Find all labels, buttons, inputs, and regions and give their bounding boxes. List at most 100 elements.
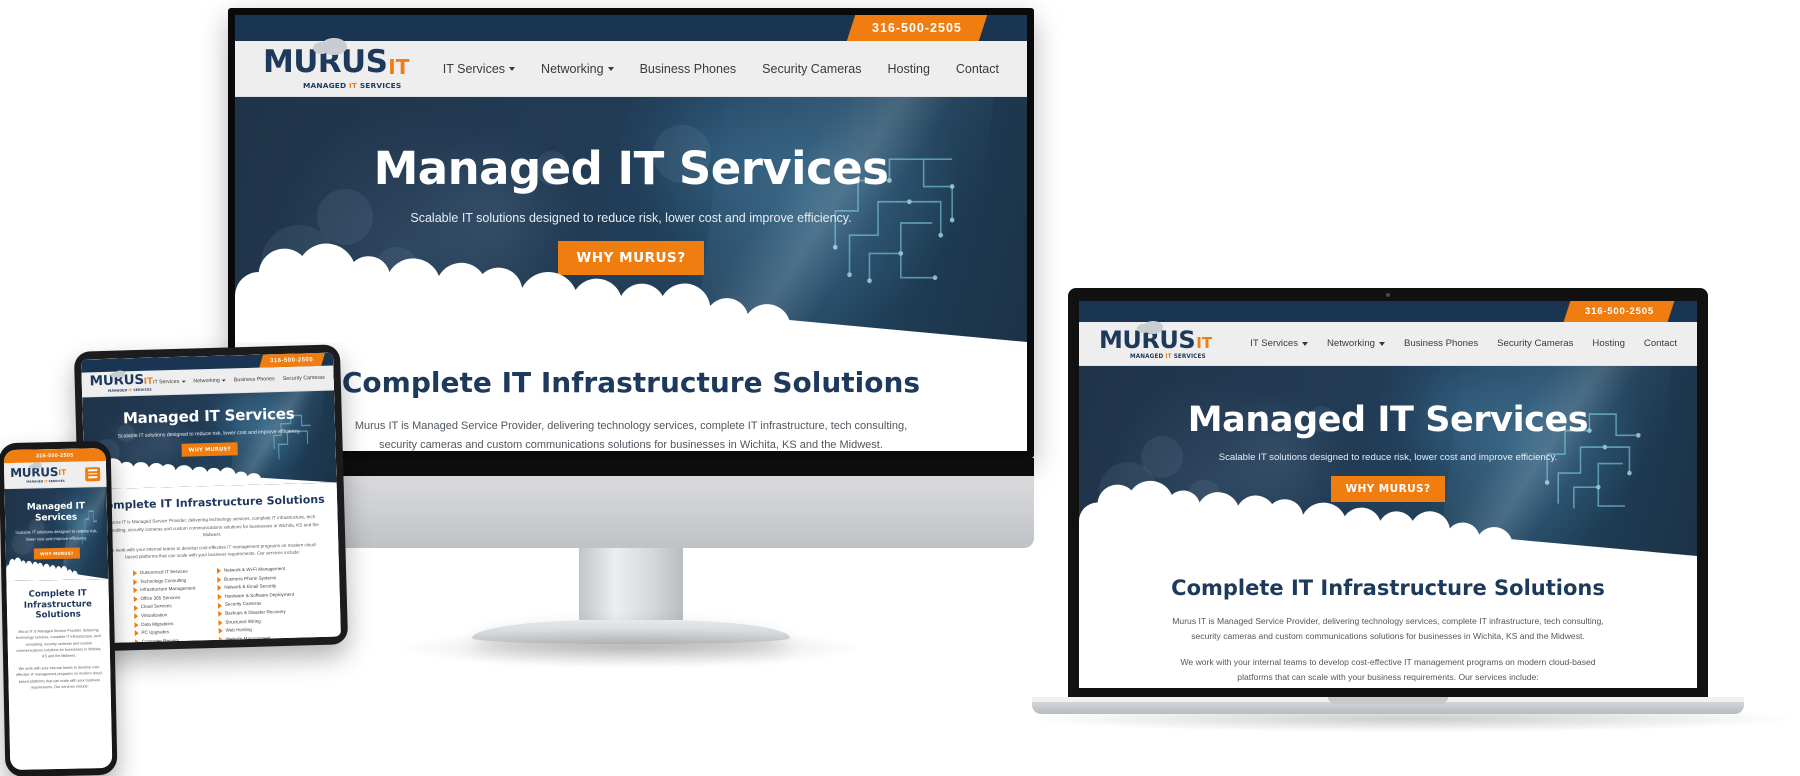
phone-number-badge[interactable]: 316-500-2505 (259, 352, 326, 368)
laptop-screen: 316-500-2505 MURUS IT MANAGED IT SERVICE… (1079, 301, 1697, 688)
hamburger-icon[interactable] (85, 466, 101, 481)
website-desktop: 316-500-2505 MURUS IT MANAGED IT SERVICE… (235, 15, 1027, 451)
hero-banner: Managed IT Services Scalable IT solution… (1079, 366, 1697, 556)
logo-tagline: MANAGED IT SERVICES (1130, 354, 1206, 360)
nav-item-contact[interactable]: Contact (1644, 338, 1677, 349)
topbar: 316-500-2505 (1079, 301, 1697, 322)
laptop-base (1032, 697, 1744, 714)
nav-item-hosting[interactable]: Hosting (888, 62, 930, 76)
monitor-stand-neck (579, 548, 683, 620)
site-logo[interactable]: MURUS IT MANAGED IT SERVICES (10, 462, 67, 484)
hamburger-bar (88, 476, 98, 479)
logo-text-it: IT (388, 55, 410, 79)
nav-label: Networking (541, 61, 604, 76)
tagline-pre: MANAGED (1130, 353, 1166, 360)
chevron-down-icon (1379, 341, 1385, 346)
hero-subtitle: Scalable IT solutions designed to reduce… (1218, 452, 1558, 463)
nav-item-contact[interactable]: Contact (956, 62, 999, 76)
phone-number-badge[interactable]: 316-500-2505 (36, 452, 74, 459)
responsive-device-mockup-scene: 316-500-2505 MURUS IT MANAGED IT SERVICE… (0, 0, 1800, 776)
site-logo[interactable]: MURUS IT MANAGED IT SERVICES (263, 38, 410, 90)
monitor-shadow (396, 628, 866, 668)
hero-title: Managed IT Services (26, 501, 85, 524)
logo-text-it: IT (143, 376, 154, 387)
section-title: Complete IT Infrastructure Solutions (23, 588, 93, 621)
cloud-icon-small (1137, 323, 1150, 333)
nav-links: IT Services Networking Business Phones S… (153, 373, 341, 386)
nav-item-business-phones[interactable]: Business Phones (234, 376, 275, 383)
nav-item-networking[interactable]: Networking (1327, 338, 1385, 349)
phone-frame: 316-500-2505 MURUS IT MANAGED IT SERVICE… (0, 440, 118, 776)
logo-text-it: IT (58, 468, 67, 478)
phone-number-badge[interactable]: 316-500-2505 (846, 15, 988, 41)
service-list-item[interactable]: Website Management (219, 633, 296, 643)
topbar: 316-500-2505 (3, 447, 106, 464)
phone-number-text: 316-500-2505 (270, 356, 314, 364)
section-paragraph-2: We work with your internal teams to deve… (107, 541, 318, 560)
hero-subtitle: Scalable IT solutions designed to reduce… (117, 428, 301, 440)
nav-label: Networking (1327, 338, 1375, 349)
tagline-pre: MANAGED (303, 81, 349, 90)
nav-item-business-phones[interactable]: Business Phones (640, 62, 737, 76)
nav-links: IT Services Networking Business Phones S… (1250, 338, 1677, 349)
tablet-screen: 316-500-2505 MURUS IT MANAGED IT SERVICE… (81, 352, 341, 644)
chevron-down-icon (509, 66, 516, 71)
tablet-device: 316-500-2505 MURUS IT MANAGED IT SERVICE… (73, 344, 349, 652)
phone-screen: 316-500-2505 MURUS IT MANAGED IT SERVICE… (3, 447, 113, 771)
infrastructure-section: Complete IT Infrastructure Solutions Mur… (84, 482, 341, 644)
phone-number-text: 316-500-2505 (35, 452, 74, 459)
services-lists: Outsourced IT Services Technology Consult… (95, 564, 333, 644)
nav-item-security-cameras[interactable]: Security Cameras (1497, 338, 1573, 349)
phone-number-text: 316-500-2505 (1584, 306, 1654, 317)
chevron-down-icon (1302, 341, 1308, 346)
site-logo[interactable]: MURUS IT MANAGED IT SERVICES (89, 370, 154, 394)
nav-item-it-services[interactable]: IT Services (1250, 338, 1308, 349)
hero-subtitle: Scalable IT solutions designed to reduce… (410, 211, 852, 225)
section-paragraph-1: Murus IT is Managed Service Provider, de… (1172, 616, 1604, 641)
logo-tagline: MANAGED IT SERVICES (303, 81, 401, 90)
hero-title: Managed IT Services (373, 142, 889, 195)
nav-label: IT Services (152, 378, 180, 386)
nav-item-business-phones[interactable]: Business Phones (1404, 338, 1478, 349)
hero-subtitle: Scalable IT solutions designed to reduce… (15, 528, 98, 542)
chevron-down-icon (181, 380, 186, 383)
hero-title: Managed IT Services (1187, 400, 1589, 440)
nav-item-security-cameras[interactable]: Security Cameras (762, 62, 861, 76)
main-navbar: MURUS IT MANAGED IT SERVICES IT Services… (235, 38, 1027, 97)
tagline-post: SERVICES (47, 478, 65, 484)
monitor-chin (228, 458, 1034, 548)
cloud-icon-small (110, 372, 118, 378)
chevron-down-icon (221, 379, 226, 382)
section-paragraph-2: We work with your internal teams to deve… (1180, 657, 1596, 682)
nav-item-it-services[interactable]: IT Services (442, 61, 516, 76)
cloud-icon-small (313, 42, 330, 54)
logo-text-it: IT (1196, 333, 1213, 352)
phone-number-badge[interactable]: 316-500-2505 (1563, 301, 1675, 322)
nav-item-it-services[interactable]: IT Services (153, 379, 186, 386)
website-tablet: 316-500-2505 MURUS IT MANAGED IT SERVICE… (81, 352, 341, 644)
nav-item-networking[interactable]: Networking (193, 378, 226, 384)
hero-title: Managed IT Services (122, 404, 295, 428)
nav-label: IT Services (1250, 338, 1298, 349)
section-title: Complete IT Infrastructure Solutions (97, 492, 325, 513)
topbar: 316-500-2505 (235, 15, 1027, 41)
site-logo[interactable]: MURUS IT MANAGED IT SERVICES (1099, 320, 1213, 360)
tagline-post: SERVICES (132, 387, 152, 393)
section-paragraph-1: Murus IT is Managed Service Provider, de… (354, 420, 908, 451)
nav-item-networking[interactable]: Networking (541, 62, 614, 76)
tagline-pre: MANAGED (107, 388, 129, 394)
main-navbar: MURUS IT MANAGED IT SERVICES IT Services… (1079, 320, 1697, 366)
hero-content: Managed IT Services Scalable IT solution… (4, 487, 107, 561)
section-paragraph-1: Murus IT is Managed Service Provider, de… (15, 627, 102, 659)
nav-label: IT Services (442, 61, 506, 76)
service-list-item[interactable]: Computer Repairs (135, 636, 197, 644)
hamburger-bar (88, 472, 98, 475)
tagline-post: SERVICES (357, 81, 402, 90)
nav-item-hosting[interactable]: Hosting (333, 374, 341, 380)
nav-item-security-cameras[interactable]: Security Cameras (283, 375, 325, 382)
laptop-lid: 316-500-2505 MURUS IT MANAGED IT SERVICE… (1068, 288, 1708, 697)
services-column-right: Network & Wi-Fi Management Business Phone… (217, 565, 296, 644)
desktop-monitor-device: 316-500-2505 MURUS IT MANAGED IT SERVICE… (228, 8, 1034, 668)
phone-device: 316-500-2505 MURUS IT MANAGED IT SERVICE… (0, 440, 118, 776)
nav-item-hosting[interactable]: Hosting (1592, 338, 1625, 349)
